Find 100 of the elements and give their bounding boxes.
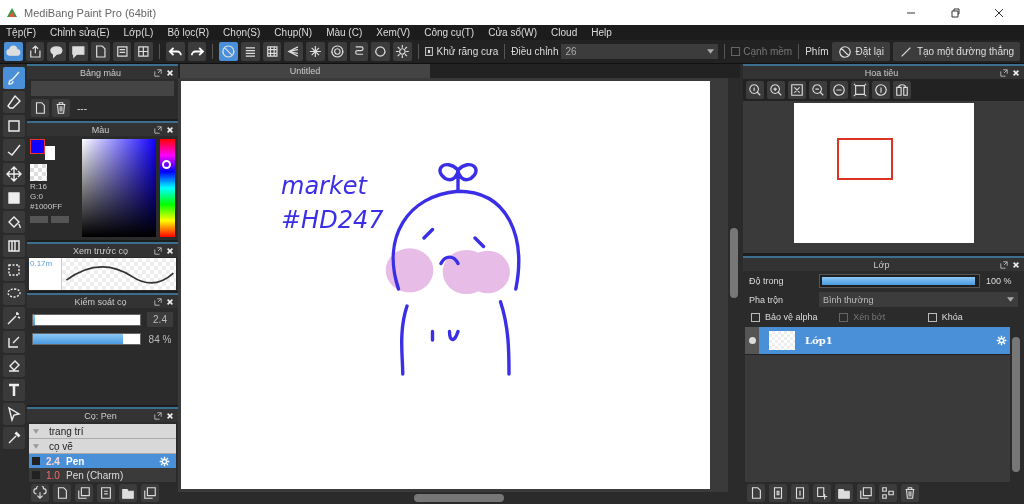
square-tool[interactable] [2, 115, 25, 137]
background-color-swatch[interactable] [45, 146, 55, 160]
zoom-actual-button[interactable] [746, 81, 764, 99]
parallel-lines-snap-button[interactable] [241, 42, 260, 61]
visibility-toggle[interactable] [748, 337, 756, 344]
antialias-checkbox[interactable] [424, 47, 434, 56]
select-rectangle-tool[interactable] [2, 259, 25, 281]
popout-icon[interactable] [1000, 68, 1008, 77]
saturation-value-picker[interactable] [82, 139, 156, 237]
blend-mode-dropdown[interactable]: Bình thường [819, 292, 1018, 307]
brush-opacity-slider[interactable] [32, 333, 141, 345]
speech-bubble-button[interactable] [47, 42, 67, 61]
brush-tool[interactable] [2, 67, 25, 89]
option-checkbox[interactable] [751, 312, 760, 322]
add-layer-button[interactable] [813, 484, 831, 502]
duplicate-button[interactable] [857, 484, 875, 502]
list-button[interactable] [112, 42, 132, 61]
trash-button[interactable] [901, 484, 919, 502]
select-pen-tool[interactable] [2, 331, 25, 353]
pick-color-button[interactable] [51, 216, 69, 223]
hue-slider[interactable] [160, 139, 175, 237]
delete-palette-button[interactable] [52, 99, 70, 117]
menu-item[interactable]: Lớp(L) [123, 27, 154, 38]
hue-thumb[interactable] [162, 160, 171, 170]
document-tab[interactable]: Untitled [180, 64, 430, 78]
zoom-out-button[interactable] [809, 81, 827, 99]
layer-opacity-slider[interactable] [819, 273, 980, 288]
vertical-scrollbar[interactable] [728, 78, 740, 492]
menu-item[interactable]: Chọn(S) [223, 27, 261, 38]
menu-item[interactable]: Cửa sổ(W) [488, 27, 538, 38]
polyline-tool[interactable] [2, 139, 25, 161]
brush-size-slider[interactable] [32, 313, 141, 326]
viewport-frame[interactable] [836, 138, 893, 180]
magic-wand-tool[interactable] [2, 307, 25, 329]
menu-item[interactable]: Công cụ(T) [424, 27, 475, 38]
canvas-page[interactable]: market #HD247 [181, 81, 710, 489]
brush-item[interactable]: 1.0 Pen (Charm) [29, 468, 176, 482]
select-eraser-tool[interactable] [2, 355, 25, 377]
perspective-lines-snap-button[interactable] [284, 42, 304, 61]
share-button[interactable] [25, 42, 45, 61]
merge-button[interactable] [879, 484, 897, 502]
menu-item[interactable]: Bộ lọc(R) [167, 27, 210, 38]
fit-button[interactable] [788, 81, 806, 99]
settings-icon[interactable] [996, 335, 1007, 346]
concentric-circles-snap-button[interactable] [327, 42, 347, 61]
correction-dropdown[interactable]: 26 [561, 44, 719, 59]
popout-icon[interactable] [154, 68, 162, 77]
pointer-tool[interactable] [2, 403, 25, 425]
menu-item[interactable]: Cloud [551, 27, 578, 38]
comment-button[interactable] [69, 42, 88, 61]
duplicate-button[interactable] [75, 484, 93, 502]
new-document-button[interactable] [747, 484, 765, 502]
reset-button[interactable]: Đặt lại [831, 42, 890, 61]
frame-button[interactable] [851, 81, 869, 99]
script-button[interactable] [97, 484, 115, 502]
brush-group[interactable]: cọ vẽ [29, 439, 176, 454]
document-button[interactable] [90, 42, 110, 61]
radial-lines-snap-button[interactable] [306, 42, 325, 61]
new-palette-button[interactable] [31, 99, 49, 117]
grid-snap-button[interactable] [262, 42, 282, 61]
lasso-tool[interactable] [2, 283, 25, 305]
popout-icon[interactable] [154, 411, 162, 420]
gear-snap-button[interactable] [392, 42, 412, 61]
menu-item[interactable]: Xem(V) [376, 27, 411, 38]
menu-item[interactable]: Màu (C) [326, 27, 363, 38]
redo-button[interactable] [187, 42, 207, 61]
popout-icon[interactable] [154, 297, 162, 306]
settings-icon[interactable] [159, 455, 170, 467]
grid-button[interactable] [134, 42, 153, 61]
transparent-swatch[interactable] [30, 164, 47, 181]
gradient-tool[interactable] [2, 235, 25, 257]
filled-square-tool[interactable] [2, 187, 25, 209]
brush-group[interactable]: trang trí [29, 424, 176, 439]
eyedropper-tool[interactable] [2, 427, 25, 449]
close-icon[interactable] [994, 7, 1004, 18]
duplicate-button[interactable] [141, 484, 159, 502]
cloud-download-button[interactable] [31, 484, 49, 502]
menu-item[interactable]: Chụp(N) [274, 27, 313, 38]
text-tool[interactable] [2, 379, 25, 401]
maximize-icon[interactable] [950, 7, 960, 18]
popout-icon[interactable] [1000, 260, 1008, 269]
zoom-in-button[interactable] [767, 81, 785, 99]
folder-button[interactable] [119, 484, 137, 502]
navigator-preview[interactable] [793, 103, 974, 243]
option-checkbox[interactable] [927, 312, 937, 322]
add-color-button[interactable] [30, 216, 48, 223]
move-tool[interactable] [2, 163, 25, 185]
menu-item[interactable]: Tệp(F) [6, 27, 36, 38]
popout-icon[interactable] [154, 246, 162, 255]
circle-snap-button[interactable] [371, 42, 390, 61]
straight-line-button[interactable]: Tạo một đường thẳng [892, 42, 1021, 61]
curve-snap-button[interactable] [349, 42, 369, 61]
popout-icon[interactable] [154, 125, 162, 134]
eraser-tool[interactable] [2, 91, 25, 113]
new-document-button[interactable] [53, 484, 71, 502]
folder-button[interactable] [835, 484, 853, 502]
menu-item[interactable]: Help [591, 27, 612, 38]
bucket-tool[interactable] [2, 211, 25, 233]
foreground-color-swatch[interactable] [30, 139, 45, 154]
undo-button[interactable] [165, 42, 185, 61]
